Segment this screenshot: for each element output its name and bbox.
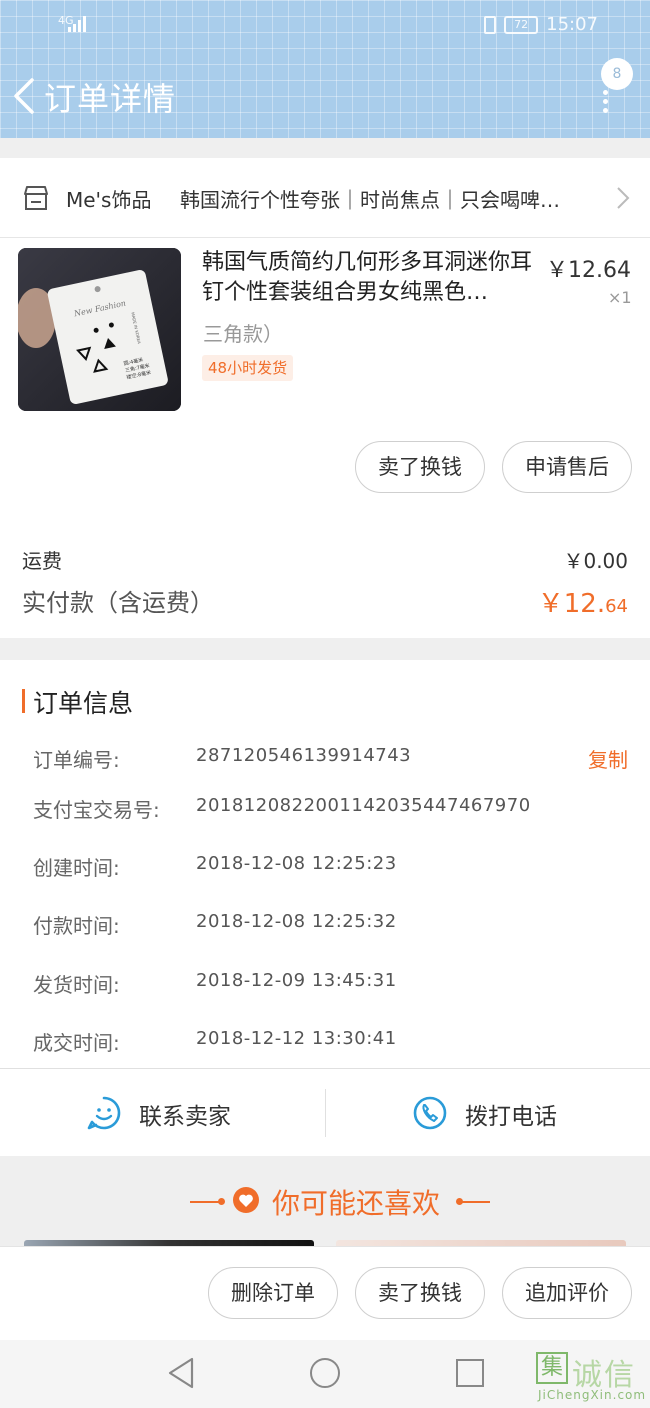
decor-line	[190, 1201, 220, 1203]
battery-icon: 72	[504, 15, 539, 34]
info-value: 287120546139914743	[196, 745, 412, 766]
order-item-card: Me's饰品 韩国流行个性夸张｜时尚焦点｜只会喝啤… New Fashion 圆…	[0, 158, 650, 638]
order-info-section: 订单信息 复制 订单编号: 287120546139914743 支付宝交易号:…	[0, 660, 650, 1068]
info-row-shipped-time: 发货时间: 2018-12-09 13:45:31	[33, 969, 633, 1001]
vibrate-icon	[484, 15, 497, 34]
info-value: 2018-12-08 12:25:32	[196, 911, 397, 932]
total-main: ￥12.	[537, 589, 606, 619]
product-variant: 三角款）	[203, 322, 283, 346]
chevron-right-icon	[617, 187, 630, 209]
store-name: Me's饰品	[66, 188, 152, 212]
product-title[interactable]: 韩国气质简约几何形多耳洞迷你耳钉个性套装组合男女纯黑色…	[202, 248, 537, 308]
info-key: 支付宝交易号:	[33, 798, 160, 822]
heart-icon	[233, 1187, 259, 1213]
shipping-tag: 48小时发货	[202, 355, 294, 381]
info-value: 2018-12-12 13:30:41	[196, 1028, 397, 1049]
info-key: 创建时间:	[33, 856, 120, 880]
decor-line	[460, 1201, 490, 1203]
delete-order-button[interactable]: 删除订单	[208, 1267, 338, 1319]
nav-recent-apps-icon[interactable]	[456, 1359, 484, 1387]
contact-seller-button[interactable]: 联系卖家	[0, 1069, 325, 1157]
page-title: 订单详情	[44, 80, 177, 118]
info-value: 2018-12-09 13:45:31	[196, 970, 397, 991]
info-row-alipay-trade-no: 支付宝交易号: 2018120822001142035447467970	[33, 794, 633, 826]
decor-dot	[218, 1198, 225, 1205]
info-row-order-number: 订单编号: 287120546139914743	[33, 744, 633, 776]
store-tagline: 韩国流行个性夸张｜时尚焦点｜只会喝啤…	[180, 188, 560, 212]
add-review-button[interactable]: 追加评价	[502, 1267, 632, 1319]
total-paid-value: ￥12.64	[538, 583, 628, 620]
sell-for-cash-button[interactable]: 卖了换钱	[355, 1267, 485, 1319]
info-value: 2018-12-08 12:25:23	[196, 853, 397, 874]
order-info-title: 订单信息	[33, 689, 134, 718]
status-bar: 4G 72 15:07	[0, 10, 650, 40]
sell-for-cash-button[interactable]: 卖了换钱	[355, 441, 485, 493]
info-row-created-time: 创建时间: 2018-12-08 12:25:23	[33, 852, 633, 884]
info-value: 2018120822001142035447467970	[196, 795, 531, 816]
recommend-section: 你可能还喜欢	[0, 1156, 650, 1246]
product-image[interactable]: New Fashion 圆:4毫米 三角:7毫米 镂空:8毫米 MADE IN …	[18, 248, 181, 411]
watermark-logo: 集	[536, 1352, 568, 1384]
shop-icon	[24, 186, 48, 210]
signal-icon	[68, 16, 88, 32]
info-row-completed-time: 成交时间: 2018-12-12 13:30:41	[33, 1027, 633, 1059]
watermark-url: JiChengXin.com	[538, 1388, 647, 1402]
shipping-fee-label: 运费	[22, 549, 62, 573]
watermark: 集 诚信 JiChengXin.com	[534, 1348, 650, 1406]
bottom-action-bar: 删除订单 卖了换钱 追加评价	[0, 1246, 650, 1340]
nav-home-icon[interactable]	[310, 1358, 340, 1388]
clock: 15:07	[546, 14, 598, 35]
shipping-fee-value: ￥0.00	[563, 549, 628, 573]
info-key: 发货时间:	[33, 973, 120, 997]
phone-icon	[413, 1096, 447, 1130]
section-accent-bar	[22, 689, 25, 713]
contact-seller-label: 联系卖家	[139, 1104, 231, 1130]
contact-row: 联系卖家 拨打电话	[0, 1068, 650, 1156]
total-cents: 64	[605, 596, 628, 617]
info-key: 订单编号:	[33, 748, 120, 772]
header: 4G 72 15:07 订单详情 8	[0, 0, 650, 138]
product-price: ￥12.64	[546, 258, 631, 283]
total-paid-label: 实付款（含运费）	[22, 589, 214, 617]
back-icon[interactable]	[12, 78, 38, 114]
earring-card-image: New Fashion 圆:4毫米 三角:7毫米 镂空:8毫米 MADE IN …	[18, 248, 181, 411]
store-row[interactable]: Me's饰品 韩国流行个性夸张｜时尚焦点｜只会喝啤…	[0, 158, 650, 238]
more-icon[interactable]	[603, 90, 609, 113]
after-sale-button[interactable]: 申请售后	[502, 441, 632, 493]
info-key: 付款时间:	[33, 914, 120, 938]
nav-back-icon[interactable]	[166, 1356, 196, 1390]
call-phone-label: 拨打电话	[465, 1104, 557, 1130]
info-key: 成交时间:	[33, 1031, 120, 1055]
message-badge[interactable]: 8	[601, 58, 633, 90]
call-phone-button[interactable]: 拨打电话	[326, 1069, 650, 1157]
status-right: 72 15:07	[484, 14, 598, 35]
info-row-paid-time: 付款时间: 2018-12-08 12:25:32	[33, 910, 633, 942]
chat-smile-icon	[87, 1096, 121, 1130]
system-nav-bar: 集 诚信 JiChengXin.com	[0, 1340, 650, 1408]
product-quantity: ×1	[608, 288, 632, 307]
recommend-title: 你可能还喜欢	[272, 1187, 441, 1220]
